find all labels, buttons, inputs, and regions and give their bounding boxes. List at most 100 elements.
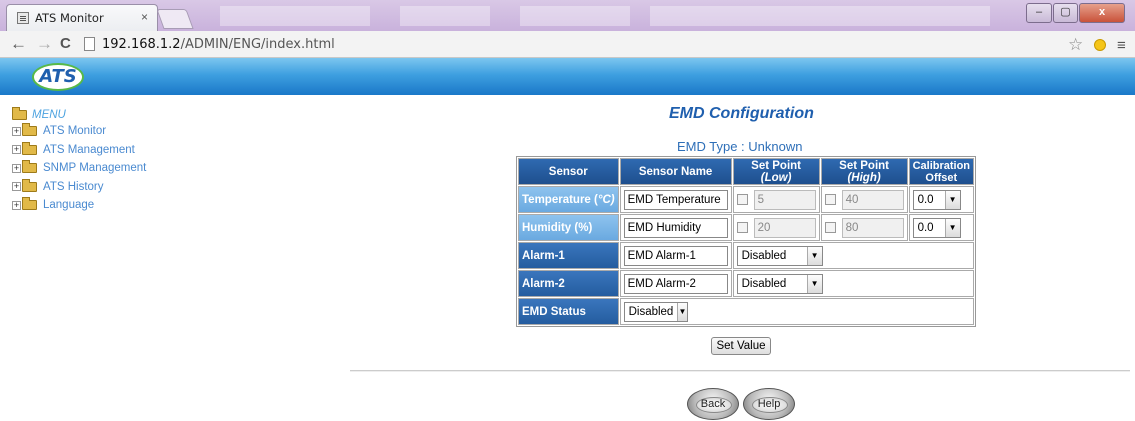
temperature-high-checkbox[interactable] <box>824 194 836 205</box>
col-set-point-high-label: Set Point <box>839 159 889 172</box>
temperature-offset-select[interactable]: 0.0 ▼ <box>912 189 961 210</box>
sidebar-item-label: ATS Monitor <box>43 125 107 138</box>
folder-icon <box>22 160 37 174</box>
alarm-2-name-input[interactable]: EMD Alarm-2 <box>623 273 728 294</box>
temperature-unit: °C) <box>597 193 615 206</box>
chevron-down-icon: ▼ <box>944 190 960 209</box>
tab-close-icon[interactable]: × <box>141 10 148 24</box>
background-window-strip <box>400 6 490 26</box>
table-header-row: Sensor Sensor Name Set Point (Low) Set P… <box>518 158 975 185</box>
sensor-label-humidity: Humidity (%) <box>518 214 619 241</box>
extension-icon[interactable] <box>1094 39 1106 51</box>
page-title: EMD Configuration <box>669 105 814 122</box>
humidity-low-input[interactable]: 20 <box>753 217 816 238</box>
table-row: EMD Status Disabled ▼ <box>518 298 975 325</box>
humidity-name-input[interactable]: EMD Humidity <box>623 217 728 238</box>
sensor-name-cell: EMD Humidity <box>619 214 732 241</box>
browser-tab-bar: ATS Monitor × – ▢ x <box>0 0 1135 31</box>
temperature-low-input[interactable]: 5 <box>753 189 816 210</box>
maximize-button[interactable]: ▢ <box>1053 3 1078 23</box>
menu-root: MENU <box>12 106 146 122</box>
col-calibration-offset: Calibration Offset <box>908 158 975 185</box>
sidebar-item-label: ATS History <box>43 180 104 193</box>
expand-icon[interactable]: + <box>12 163 21 173</box>
chevron-down-icon: ▼ <box>806 246 822 265</box>
col-offset-label: Offset <box>925 171 958 184</box>
set-value-button[interactable]: Set Value <box>711 337 771 355</box>
humidity-low-checkbox[interactable] <box>736 222 748 233</box>
help-button[interactable]: Help <box>743 388 795 420</box>
temperature-low-checkbox[interactable] <box>736 194 748 205</box>
emd-status-select[interactable]: Disabled ▼ <box>623 301 688 322</box>
humidity-high-checkbox[interactable] <box>824 222 836 233</box>
alarm-1-name-input[interactable]: EMD Alarm-1 <box>623 245 728 266</box>
page-icon <box>17 12 29 24</box>
folder-icon <box>22 178 37 192</box>
set-low-cell: 20 <box>732 214 820 241</box>
select-value: Disabled <box>741 249 787 262</box>
sensor-label-temperature: Temperature (°C) <box>518 186 619 213</box>
chevron-down-icon: ▼ <box>806 274 822 293</box>
alarm-state-cell: Disabled ▼ <box>732 270 975 297</box>
table-row: Humidity (%) EMD Humidity 20 80 0.0 ▼ <box>518 214 975 241</box>
new-tab-button[interactable] <box>156 9 194 29</box>
sidebar-item-ats-history[interactable]: + ATS History <box>12 178 146 197</box>
bookmark-star-icon[interactable]: ☆ <box>1068 35 1083 55</box>
col-set-point-low-label: Set Point <box>751 159 801 172</box>
ats-logo: ATS <box>32 63 84 91</box>
window-close-button[interactable]: x <box>1079 3 1125 23</box>
emd-status-cell: Disabled ▼ <box>619 298 975 325</box>
col-sensor-name: Sensor Name <box>619 158 732 185</box>
humidity-offset-select[interactable]: 0.0 ▼ <box>912 217 961 238</box>
divider <box>350 370 1130 372</box>
expand-icon[interactable]: + <box>12 200 21 210</box>
col-calibration-label: Calibration <box>912 159 971 172</box>
col-set-point-high: Set Point (High) <box>820 158 908 185</box>
col-set-point-low-unit: (Low) <box>760 171 792 184</box>
temperature-high-input[interactable]: 40 <box>841 189 904 210</box>
sidebar-item-label: SNMP Management <box>43 162 147 175</box>
back-arrow-icon[interactable]: ← <box>10 35 27 53</box>
humidity-high-input[interactable]: 80 <box>841 217 904 238</box>
temperature-name-input[interactable]: EMD Temperature <box>623 189 728 210</box>
alarm-2-state-select[interactable]: Disabled ▼ <box>736 273 823 294</box>
expand-icon[interactable]: + <box>12 126 21 136</box>
url-text: 192.168.1.2/ADMIN/ENG/index.html <box>102 37 335 52</box>
sensor-label-alarm-1: Alarm-1 <box>518 242 619 269</box>
minimize-button[interactable]: – <box>1026 3 1052 23</box>
reload-icon[interactable]: C <box>60 35 71 53</box>
chevron-down-icon: ▼ <box>944 218 960 237</box>
select-value: Disabled <box>741 277 787 290</box>
col-set-point-high-unit: (High) <box>847 171 881 184</box>
sidebar-item-snmp-management[interactable]: + SNMP Management <box>12 159 146 178</box>
browser-menu-icon[interactable]: ≡ <box>1117 37 1126 54</box>
sidebar-item-ats-management[interactable]: + ATS Management <box>12 141 146 160</box>
sensor-label-alarm-2: Alarm-2 <box>518 270 619 297</box>
browser-tab[interactable]: ATS Monitor × <box>6 4 158 31</box>
alarm-1-state-select[interactable]: Disabled ▼ <box>736 245 823 266</box>
forward-arrow-icon[interactable]: → <box>36 35 53 53</box>
url-path: /ADMIN/ENG/index.html <box>180 37 335 52</box>
expand-icon[interactable]: + <box>12 145 21 155</box>
expand-icon[interactable]: + <box>12 182 21 192</box>
address-bar[interactable]: 192.168.1.2/ADMIN/ENG/index.html <box>82 34 1096 55</box>
url-host: 192.168.1.2 <box>102 37 181 52</box>
sidebar-item-language[interactable]: + Language <box>12 196 146 215</box>
col-sensor: Sensor <box>518 158 619 185</box>
emd-config-table: Sensor Sensor Name Set Point (Low) Set P… <box>516 156 977 327</box>
help-button-label: Help <box>757 398 781 410</box>
table-row: Alarm-1 EMD Alarm-1 Disabled ▼ <box>518 242 975 269</box>
background-window-strip <box>650 6 990 26</box>
set-high-cell: 80 <box>820 214 908 241</box>
sensor-name-cell: EMD Temperature <box>619 186 732 213</box>
sensor-label-emd-status: EMD Status <box>518 298 619 325</box>
sensor-label-text: Temperature ( <box>522 193 598 206</box>
emd-type-text: EMD Type : Unknown <box>677 139 803 154</box>
sidebar-item-label: Language <box>43 199 95 212</box>
background-window-strip <box>520 6 630 26</box>
table-row: Temperature (°C) EMD Temperature 5 40 0.… <box>518 186 975 213</box>
select-value: Disabled <box>628 305 674 318</box>
back-button-label: Back <box>700 398 726 410</box>
back-button[interactable]: Back <box>687 388 739 420</box>
sidebar-item-ats-monitor[interactable]: + ATS Monitor <box>12 122 146 141</box>
